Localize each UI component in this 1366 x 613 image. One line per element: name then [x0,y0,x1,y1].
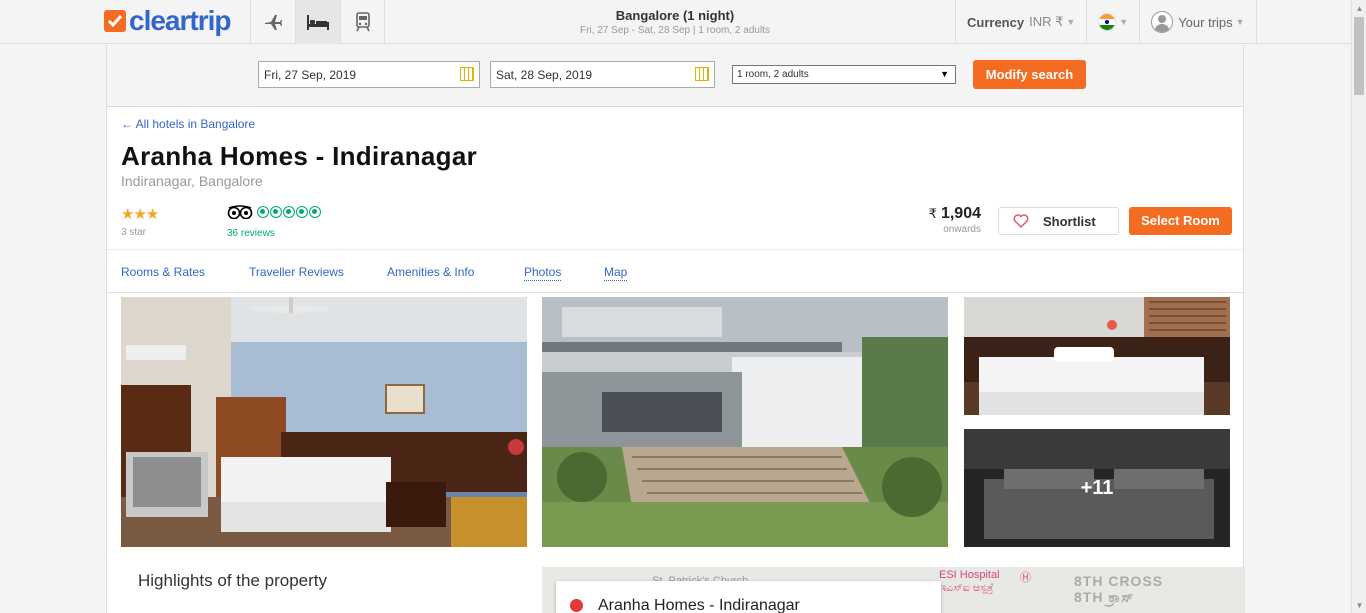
hotel-location: Indiranagar, Bangalore [121,173,263,189]
trip-subtitle: Fri, 27 Sep - Sat, 28 Sep | 1 room, 2 ad… [580,25,770,36]
check-logo-icon [104,10,126,32]
currency-value: INR ₹ [1029,14,1064,29]
calendar-icon[interactable] [460,67,474,81]
map-label-hospital-local: ಇಎಸ್ಐ ಆಸ್ಪತ್ರೆ [939,582,994,594]
checkout-date-input[interactable]: Sat, 28 Sep, 2019 [490,61,715,88]
price: ₹1,904 [917,205,981,223]
map-pin-icon [570,599,583,612]
your-trips-label: Your trips [1178,14,1233,30]
checkin-date-value: Fri, 27 Sep, 2019 [264,68,357,82]
hotel-photo-exterior[interactable] [542,297,948,547]
rating-bubble-icon [296,206,308,218]
map-label-cross-local: 8TH ಕ್ರಾಸ್ [1074,589,1135,605]
shortlist-button[interactable]: Shortlist [998,207,1119,235]
train-icon [355,12,370,32]
currency-selector[interactable]: Currency INR ₹ ▼ [955,0,1086,44]
rooms-guests-select[interactable]: 1 room, 2 adults ▼ [732,65,956,84]
star-rating-label: 3 star [121,227,147,238]
hotel-map[interactable]: St. Patrick's Church ESI Hospital ಇಎಸ್ಐ … [542,567,1245,613]
calendar-icon[interactable] [695,67,709,81]
tab-traveller-reviews[interactable]: Traveller Reviews [249,265,344,279]
select-room-button[interactable]: Select Room [1129,207,1232,235]
user-avatar-icon [1151,11,1174,33]
all-hotels-link[interactable]: ← All hotels in Bangalore [121,117,255,131]
shortlist-label: Shortlist [1043,213,1096,229]
rating-bubble-icon [309,206,321,218]
trains-tab[interactable] [340,0,385,44]
cleartrip-logo[interactable]: cleartrip [104,7,231,35]
map-hotel-name: Aranha Homes - Indiranagar [598,597,800,613]
hospital-icon: Ⓗ [1020,572,1031,584]
price-note: onwards [943,224,981,235]
price-value: 1,904 [940,205,981,222]
logo-text: cleartrip [129,5,231,36]
hotel-icon [307,15,329,30]
map-label-hospital: ESI Hospital [939,569,1000,581]
hotel-photo-room[interactable] [964,297,1230,415]
hotels-tab[interactable] [295,0,340,44]
map-label-cross: 8TH CROSS [1074,573,1164,589]
hotel-details-card: ← All hotels in Bangalore Aranha Homes -… [106,106,1245,613]
hotel-photo-bedroom[interactable] [121,297,527,547]
currency-label: Currency [967,14,1025,30]
tripadvisor-bubbles [257,206,322,218]
trip-summary[interactable]: Bangalore (1 night) Fri, 27 Sep - Sat, 2… [540,8,810,36]
rooms-guests-value: 1 room, 2 adults [737,69,809,80]
chevron-down-icon: ▼ [1066,17,1076,27]
flights-tab[interactable] [250,0,295,44]
tripadvisor-rating[interactable] [227,205,322,219]
chevron-down-icon: ▼ [1235,17,1245,27]
map-hotel-card: Aranha Homes - Indiranagar [556,581,941,613]
heart-icon [1013,214,1029,228]
hotel-name: Aranha Homes - Indiranagar [121,141,477,171]
scroll-down-icon[interactable]: ▼ [1352,597,1366,613]
tab-photos[interactable]: Photos [524,265,562,281]
tab-rooms-rates[interactable]: Rooms & Rates [121,265,205,279]
dropdown-arrow-icon: ▼ [940,69,949,79]
rating-bubble-icon [270,206,282,218]
india-flag-icon [1098,13,1117,31]
rupee-symbol: ₹ [928,206,937,221]
trip-title: Bangalore (1 night) [615,8,735,23]
header-right: Currency INR ₹ ▼ ▼ Your trips ▼ [955,0,1257,44]
more-photos-count: +11 [964,429,1230,547]
page-scrollbar[interactable]: ▲ ▼ [1351,0,1366,613]
travel-mode-tabs [250,0,385,44]
tripadvisor-owl-icon [227,205,253,219]
rating-bubble-icon [257,206,269,218]
reviews-link[interactable]: 36 reviews [227,228,275,239]
checkin-date-input[interactable]: Fri, 27 Sep, 2019 [258,61,480,88]
checkout-date-value: Sat, 28 Sep, 2019 [496,68,593,82]
star-rating: ★★★ [121,206,159,223]
flight-icon [265,15,282,30]
scroll-up-icon[interactable]: ▲ [1352,0,1366,16]
tab-map[interactable]: Map [604,265,628,281]
highlights-heading: Highlights of the property [138,571,327,590]
modify-search-button[interactable]: Modify search [973,60,1086,89]
tab-amenities-info[interactable]: Amenities & Info [387,265,474,279]
top-header: cleartrip Bangalore (1 night) Fri, 27 Se… [0,0,1351,44]
chevron-down-icon: ▼ [1119,17,1129,27]
modify-search-bar: Fri, 27 Sep, 2019 Sat, 28 Sep, 2019 1 ro… [106,45,1244,105]
rating-bubble-icon [283,206,295,218]
scroll-thumb[interactable] [1354,17,1364,95]
country-selector[interactable]: ▼ [1086,0,1139,44]
your-trips-menu[interactable]: Your trips ▼ [1139,0,1257,44]
hotel-section-tabs: Rooms & Rates Traveller Reviews Amenitie… [107,249,1243,293]
hotel-photo-more[interactable]: +11 [964,429,1230,547]
